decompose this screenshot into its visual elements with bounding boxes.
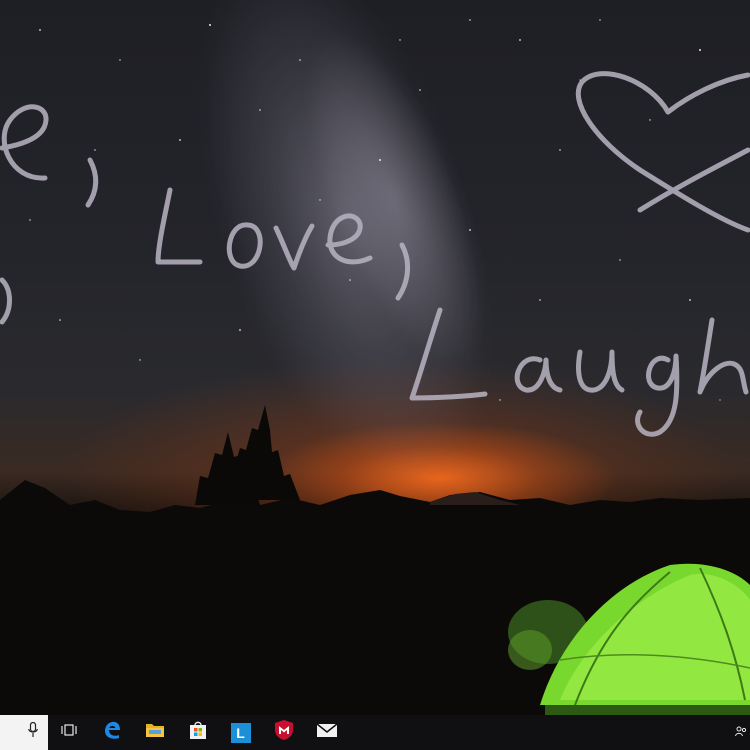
handwriting	[0, 71, 750, 437]
desktop-wallpaper	[0, 0, 750, 715]
store-bag-icon	[188, 720, 208, 745]
edge-icon	[102, 720, 122, 745]
file-explorer-button[interactable]	[133, 715, 176, 750]
microphone-icon[interactable]	[28, 721, 38, 743]
mail-button[interactable]	[305, 715, 348, 750]
search-box[interactable]	[0, 715, 48, 750]
l-app-button[interactable]: L	[219, 715, 262, 750]
night-scene	[0, 19, 750, 715]
taskbar: L	[0, 715, 750, 750]
mail-icon	[316, 722, 338, 743]
tree-silhouettes	[195, 405, 300, 505]
task-view-button[interactable]	[48, 715, 90, 750]
folder-icon	[145, 722, 165, 743]
distant-mountain	[430, 492, 520, 505]
l-app-icon: L	[230, 722, 251, 743]
l-app-label: L	[236, 724, 245, 741]
people-icon[interactable]	[735, 724, 747, 742]
mcafee-button[interactable]	[262, 715, 305, 750]
store-button[interactable]	[176, 715, 219, 750]
mcafee-shield-icon	[274, 719, 294, 746]
task-view-icon	[61, 723, 77, 742]
edge-button[interactable]	[90, 715, 133, 750]
system-tray	[734, 715, 748, 750]
